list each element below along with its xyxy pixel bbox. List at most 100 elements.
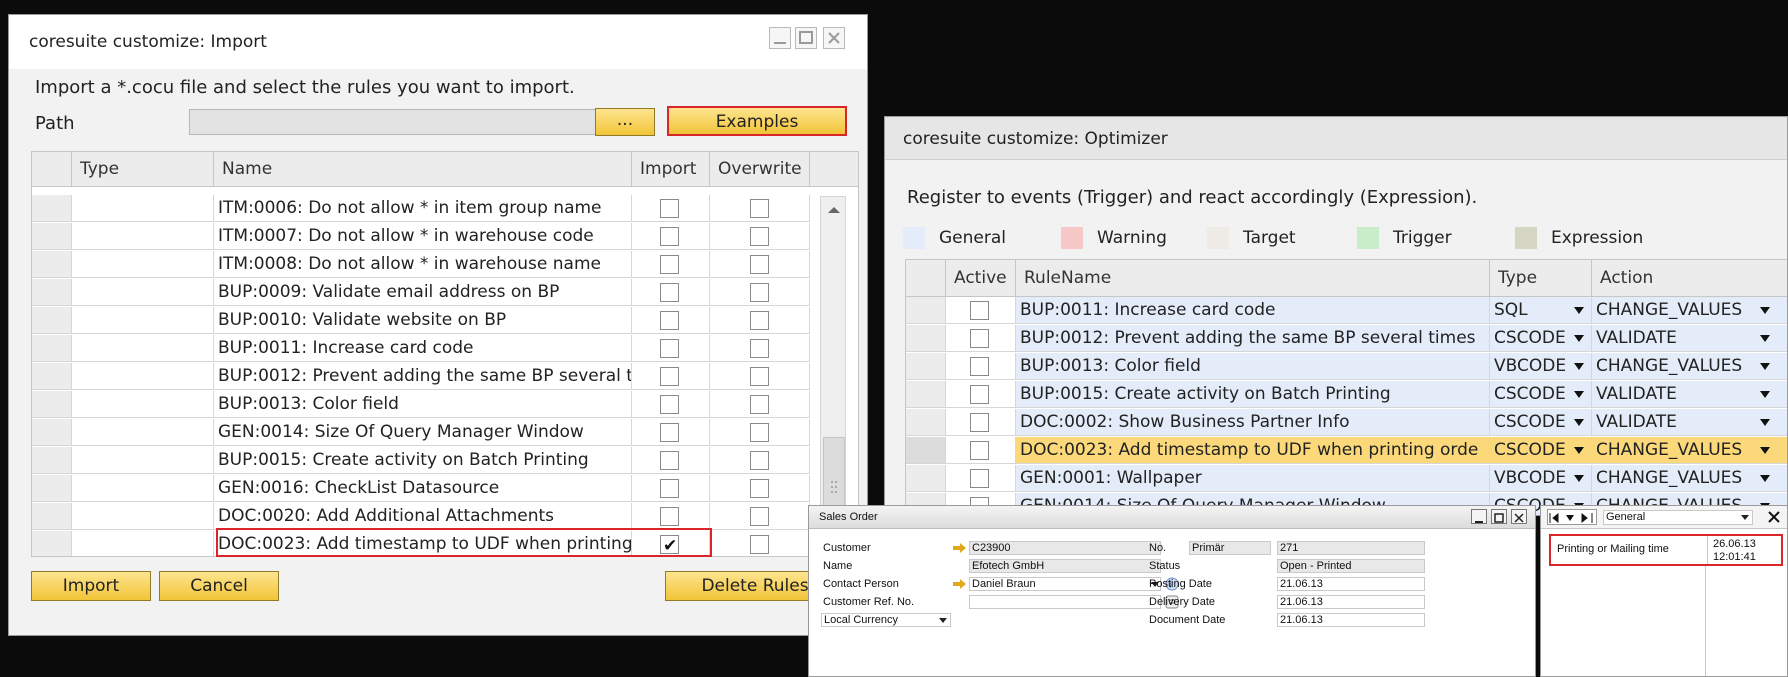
row-header[interactable] <box>906 353 946 380</box>
active-checkbox[interactable] <box>970 469 989 488</box>
row-header[interactable] <box>32 195 72 222</box>
row-header[interactable] <box>32 363 72 390</box>
row-header[interactable] <box>32 335 72 362</box>
overwrite-checkbox[interactable] <box>750 283 769 302</box>
type-cell[interactable]: VBCODE <box>1490 353 1592 380</box>
document-date-field[interactable]: 21.06.13 <box>1277 613 1425 627</box>
active-checkbox[interactable] <box>970 441 989 460</box>
minimize-button[interactable] <box>769 27 791 49</box>
series-select[interactable]: Primär <box>1189 541 1271 555</box>
import-checkbox[interactable] <box>660 451 679 470</box>
so-minimize-button[interactable] <box>1471 509 1487 524</box>
dropdown-arrow-icon[interactable] <box>1760 391 1770 398</box>
table-row[interactable]: GEN:0014: Size Of Query Manager Window <box>32 419 810 447</box>
type-cell[interactable]: CSCODE <box>1490 325 1592 352</box>
action-cell[interactable]: CHANGE_VALUES <box>1592 353 1787 380</box>
table-row[interactable]: BUP:0013: Color field VBCODE CHANGE_VALUES <box>906 353 1787 381</box>
table-row[interactable]: BUP:0015: Create activity on Batch Print… <box>906 381 1787 409</box>
overwrite-checkbox[interactable] <box>750 255 769 274</box>
browse-button[interactable]: ... <box>595 108 655 136</box>
table-row[interactable]: ITM:0008: Do not allow * in warehouse na… <box>32 251 810 279</box>
type-cell[interactable]: CSCODE <box>1490 409 1592 436</box>
row-header[interactable] <box>906 409 946 436</box>
dropdown-arrow-icon[interactable] <box>1574 307 1584 314</box>
column-header-name[interactable]: Name <box>214 152 632 186</box>
row-header[interactable] <box>906 297 946 324</box>
table-row[interactable]: BUP:0010: Validate website on BP <box>32 307 810 335</box>
import-checkbox[interactable] <box>660 395 679 414</box>
udf-category-select[interactable]: General <box>1603 510 1753 525</box>
table-row[interactable]: DOC:0023: Add timestamp to UDF when prin… <box>32 531 810 556</box>
import-checkbox[interactable] <box>660 283 679 302</box>
overwrite-checkbox[interactable] <box>750 395 769 414</box>
dropdown-arrow-icon[interactable] <box>1574 391 1584 398</box>
dropdown-arrow-icon[interactable] <box>1574 447 1584 454</box>
row-header[interactable] <box>906 465 946 492</box>
import-checkbox[interactable] <box>660 255 679 274</box>
table-row[interactable]: BUP:0013: Color field <box>32 391 810 419</box>
row-header[interactable] <box>906 437 946 464</box>
posting-date-field[interactable]: 21.06.13 <box>1277 577 1425 591</box>
row-header[interactable] <box>32 503 72 530</box>
table-row[interactable]: DOC:0002: Show Business Partner Info CSCO… <box>906 409 1787 437</box>
action-cell[interactable]: CHANGE_VALUES <box>1592 297 1787 324</box>
row-header[interactable] <box>32 419 72 446</box>
dropdown-arrow-icon[interactable] <box>1760 363 1770 370</box>
examples-button[interactable]: Examples <box>667 106 847 136</box>
action-cell[interactable]: VALIDATE <box>1592 325 1787 352</box>
active-checkbox[interactable] <box>970 385 989 404</box>
active-checkbox[interactable] <box>970 413 989 432</box>
action-cell[interactable]: CHANGE_VALUES <box>1592 437 1787 464</box>
table-row[interactable]: GEN:0001: Wallpaper VBCODE CHANGE_VALUES <box>906 465 1787 493</box>
cancel-button[interactable]: Cancel <box>159 571 279 601</box>
import-checkbox[interactable] <box>660 479 679 498</box>
import-checkbox[interactable] <box>660 199 679 218</box>
dropdown-arrow-icon[interactable] <box>1574 419 1584 426</box>
action-cell[interactable]: CHANGE_VALUES <box>1592 465 1787 492</box>
dropdown-arrow-icon[interactable] <box>1760 447 1770 454</box>
dropdown-arrow-icon[interactable] <box>1760 335 1770 342</box>
row-header[interactable] <box>32 447 72 474</box>
close-button[interactable] <box>823 27 845 49</box>
delivery-date-field[interactable]: 21.06.13 <box>1277 595 1425 609</box>
table-row[interactable]: ITM:0007: Do not allow * in warehouse co… <box>32 223 810 251</box>
table-row[interactable]: ITM:0006: Do not allow * in item group n… <box>32 195 810 223</box>
table-row[interactable]: BUP:0015: Create activity on Batch Print… <box>32 447 810 475</box>
overwrite-checkbox[interactable] <box>750 367 769 386</box>
table-row[interactable]: BUP:0012: Prevent adding the same BP sev… <box>32 363 810 391</box>
overwrite-checkbox[interactable] <box>750 535 769 554</box>
import-checkbox[interactable] <box>660 311 679 330</box>
active-checkbox[interactable] <box>970 301 989 320</box>
import-checkbox[interactable] <box>660 423 679 442</box>
table-row[interactable]: GEN:0016: CheckList Datasource <box>32 475 810 503</box>
overwrite-checkbox[interactable] <box>750 199 769 218</box>
currency-select[interactable]: Local Currency <box>821 613 951 627</box>
type-cell[interactable]: CSCODE <box>1490 437 1592 464</box>
import-checkbox[interactable] <box>660 507 679 526</box>
overwrite-checkbox[interactable] <box>750 311 769 330</box>
contact-person-select[interactable]: Daniel Braun <box>969 577 1161 591</box>
table-row[interactable]: BUP:0009: Validate email address on BP <box>32 279 810 307</box>
dropdown-arrow-icon[interactable] <box>1760 307 1770 314</box>
row-header[interactable] <box>32 251 72 278</box>
table-row[interactable]: DOC:0020: Add Additional Attachments <box>32 503 810 531</box>
column-header-type[interactable]: Type <box>1490 260 1592 296</box>
table-row[interactable]: BUP:0012: Prevent adding the same BP sev… <box>906 325 1787 353</box>
overwrite-checkbox[interactable] <box>750 339 769 358</box>
column-header-type[interactable]: Type <box>72 152 214 186</box>
overwrite-checkbox[interactable] <box>750 227 769 246</box>
import-checkbox[interactable] <box>660 367 679 386</box>
row-header[interactable] <box>906 325 946 352</box>
row-header[interactable] <box>32 223 72 250</box>
active-checkbox[interactable] <box>970 329 989 348</box>
path-input[interactable] <box>189 109 601 135</box>
type-cell[interactable]: VBCODE <box>1490 465 1592 492</box>
row-header[interactable] <box>906 381 946 408</box>
dropdown-arrow-icon[interactable] <box>1574 335 1584 342</box>
action-cell[interactable]: VALIDATE <box>1592 381 1787 408</box>
customer-field[interactable]: C23900 <box>969 541 1161 555</box>
row-header[interactable] <box>32 279 72 306</box>
dropdown-arrow-icon[interactable] <box>1574 363 1584 370</box>
import-checkbox[interactable] <box>660 227 679 246</box>
dropdown-arrow-icon[interactable] <box>1760 475 1770 482</box>
